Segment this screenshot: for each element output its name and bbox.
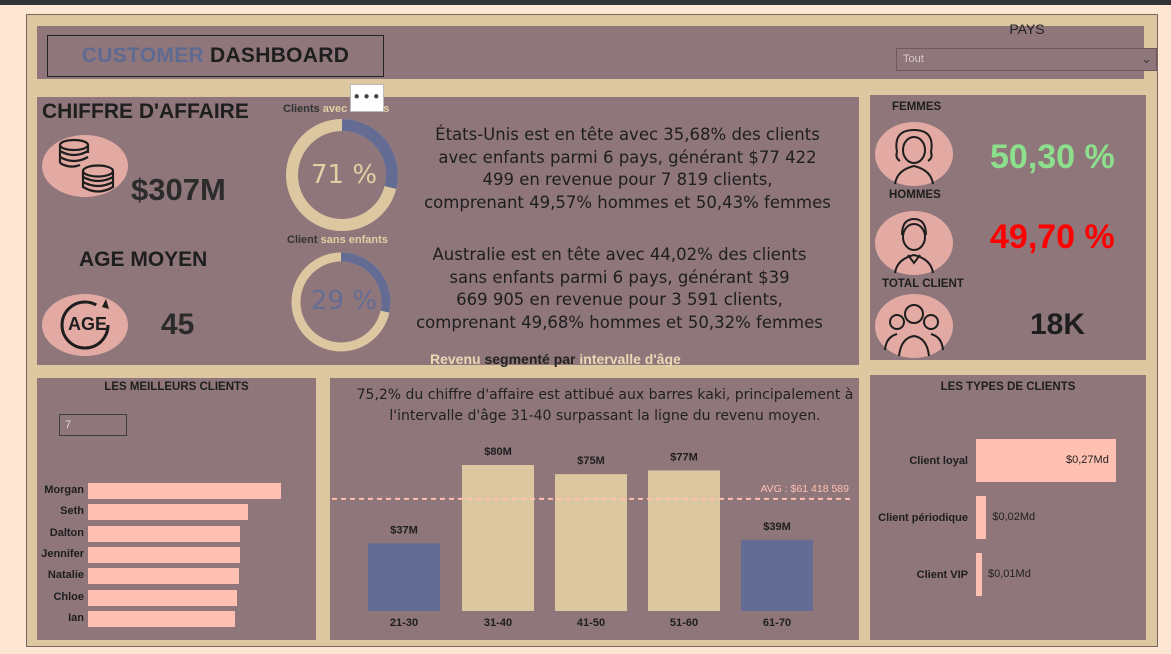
customer-bar[interactable] bbox=[88, 525, 241, 542]
femmes-value: 50,30 % bbox=[990, 138, 1115, 176]
hommes-label: HOMMES bbox=[889, 189, 941, 201]
x-tick-label: 21-30 bbox=[390, 617, 418, 629]
x-tick-label: 51-60 bbox=[670, 617, 698, 629]
more-options-button[interactable]: ••• bbox=[350, 84, 384, 112]
chart-note-line: l'intervalle d'âge 31-40 surpassant la l… bbox=[389, 408, 821, 424]
man-icon bbox=[875, 211, 953, 275]
donut-label-prefix: Clients bbox=[283, 103, 323, 115]
title-customer: CUSTOMER bbox=[81, 44, 204, 67]
coins-icon bbox=[42, 135, 128, 197]
age-moyen-title: AGE MOYEN bbox=[79, 248, 208, 271]
bar-value-label: $80M bbox=[484, 446, 512, 458]
chart-note: 75,2% du chiffre d'affaire est attibué a… bbox=[340, 385, 870, 427]
client-type-name: Client VIP bbox=[916, 569, 968, 581]
narrative-line: comprenant 49,68% hommes et 50,32% femme… bbox=[416, 312, 823, 332]
bar-value-label: $77M bbox=[670, 451, 698, 463]
chart-subtitle-a: Revenu bbox=[430, 351, 481, 367]
age-moyen-value: 45 bbox=[161, 308, 195, 341]
donut-label-prefix: Client bbox=[287, 234, 321, 246]
customer-name: Chloe bbox=[53, 590, 84, 603]
narrative-without-children: Australie est en tête avec 44,02% des cl… bbox=[392, 244, 847, 334]
narrative-line: Australie est en tête avec 44,02% des cl… bbox=[432, 245, 807, 264]
bar-value-label: $37M bbox=[390, 524, 418, 536]
age-icon-text: AGE bbox=[68, 314, 108, 334]
top-n-input[interactable]: 7 bbox=[59, 414, 127, 436]
customer-bar[interactable] bbox=[88, 504, 249, 521]
chart-subtitle: Revenu segmenté par intervalle d'âge bbox=[430, 351, 681, 367]
pays-selected-value: Tout bbox=[903, 53, 924, 65]
window-top-bar bbox=[0, 0, 1171, 5]
chart-subtitle-b: segmenté par bbox=[480, 351, 580, 367]
customer-bar[interactable] bbox=[88, 568, 239, 585]
client-type-name: Client loyal bbox=[909, 455, 968, 467]
group-icon bbox=[875, 294, 953, 358]
pays-dropdown[interactable]: Tout ⌄ bbox=[896, 48, 1157, 71]
customer-name: Seth bbox=[60, 505, 84, 518]
client-type-value: $0,27Md bbox=[1066, 454, 1109, 466]
femmes-label: FEMMES bbox=[892, 101, 942, 113]
x-tick-label: 31-40 bbox=[484, 617, 512, 629]
customer-name: Jennifer bbox=[41, 547, 84, 560]
client-types-panel bbox=[870, 375, 1146, 640]
chevron-down-icon: ⌄ bbox=[1141, 51, 1152, 66]
title-dashboard: DASHBOARD bbox=[209, 44, 350, 67]
woman-icon bbox=[875, 122, 953, 186]
bar-31-40[interactable] bbox=[462, 465, 534, 611]
client-types-title: LES TYPES DE CLIENTS bbox=[940, 381, 1076, 393]
narrative-line: sans enfants parmi 6 pays, générant $39 bbox=[449, 267, 790, 287]
donut-label-highlight: sans enfants bbox=[320, 234, 388, 246]
client-type-value: $0,01Md bbox=[988, 568, 1031, 580]
bar-51-60[interactable] bbox=[648, 470, 720, 611]
dashboard-title: CUSTOMER DASHBOARD bbox=[47, 35, 384, 77]
customer-bar[interactable] bbox=[88, 589, 237, 606]
age-icon: AGE bbox=[42, 294, 128, 356]
best-clients-title: LES MEILLEURS CLIENTS bbox=[104, 381, 249, 393]
pays-label: PAYS bbox=[1009, 21, 1045, 37]
bar-value-label: $39M bbox=[763, 521, 791, 533]
client-type-name: Client périodique bbox=[878, 512, 968, 524]
narrative-with-children: États-Unis est en tête avec 35,68% des c… bbox=[400, 124, 855, 214]
narrative-line: 499 en revenue pour 7 819 clients, bbox=[482, 170, 773, 189]
bar-61-70[interactable] bbox=[741, 539, 813, 611]
narrative-line: 669 905 en revenue pour 3 591 clients, bbox=[456, 290, 783, 309]
customer-bar[interactable] bbox=[88, 546, 241, 563]
donut-without-children-label: Client sans enfants bbox=[287, 234, 388, 246]
narrative-line: avec enfants parmi 6 pays, générant $77 … bbox=[438, 147, 817, 167]
narrative-line: comprenant 49,57% hommes et 50,43% femme… bbox=[424, 192, 831, 212]
customer-name: Dalton bbox=[49, 526, 84, 539]
client-type-bar[interactable] bbox=[976, 496, 987, 539]
chart-subtitle-c: intervalle d'âge bbox=[579, 351, 681, 367]
hommes-value: 49,70 % bbox=[990, 218, 1115, 256]
bar-41-50[interactable] bbox=[555, 474, 627, 611]
customer-name: Natalie bbox=[47, 569, 84, 582]
average-line-label: AVG : $61 418 589 bbox=[760, 483, 849, 495]
x-tick-label: 41-50 bbox=[577, 617, 605, 629]
chiffre-affaire-value: $307M bbox=[131, 172, 226, 207]
client-type-value: $0,02Md bbox=[992, 511, 1036, 523]
customer-name: Ian bbox=[68, 611, 84, 624]
x-tick-label: 61-70 bbox=[763, 617, 791, 629]
narrative-line: États-Unis est en tête avec 35,68% des c… bbox=[435, 125, 820, 144]
chart-note-line: 75,2% du chiffre d'affaire est attibué a… bbox=[356, 387, 854, 403]
total-client-label: TOTAL CLIENT bbox=[882, 278, 964, 290]
bar-21-30[interactable] bbox=[368, 543, 440, 611]
customer-bar[interactable] bbox=[88, 610, 235, 627]
customer-bar[interactable] bbox=[88, 483, 281, 499]
client-type-bar[interactable] bbox=[976, 553, 982, 596]
donut-with-children-value: 71 % bbox=[311, 160, 378, 190]
customer-name: Morgan bbox=[44, 484, 84, 496]
revenue-by-age-chart: $37M 21-30 $80M 31-40 $75M 41-50 $77M 51-60 $39M… bbox=[332, 446, 852, 629]
bar-value-label: $75M bbox=[577, 455, 605, 467]
chiffre-affaire-title: CHIFFRE D'AFFAIRE bbox=[42, 100, 249, 123]
donut-without-children-value: 29 % bbox=[311, 286, 378, 316]
total-client-value: 18K bbox=[1030, 308, 1086, 341]
